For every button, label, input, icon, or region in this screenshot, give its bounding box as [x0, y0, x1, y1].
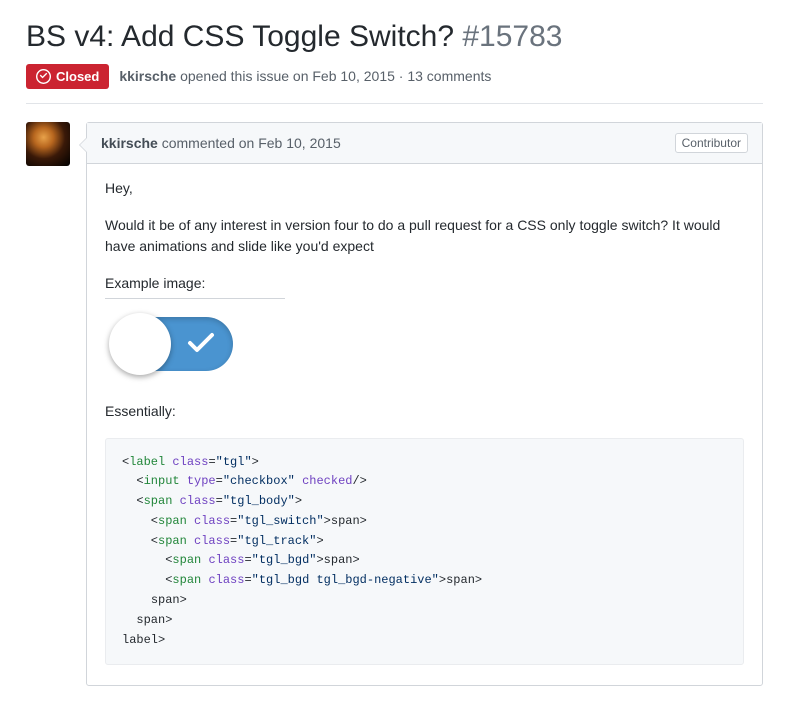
state-badge-label: Closed [56, 69, 99, 84]
toggle-switch-image [113, 317, 233, 371]
comment-body: Hey, Would it be of any interest in vers… [87, 164, 762, 686]
issue-meta-row: Closed kkirsche opened this issue on Feb… [26, 64, 763, 104]
check-icon [187, 331, 215, 355]
timeline: kkirsche commented on Feb 10, 2015 Contr… [26, 122, 763, 687]
example-image-label: Example image: [105, 273, 285, 299]
comment-header-left: kkirsche commented on Feb 10, 2015 [101, 135, 341, 151]
issue-title-text: BS v4: Add CSS Toggle Switch? [26, 20, 454, 53]
comment-paragraph: Would it be of any interest in version f… [105, 215, 744, 257]
state-badge-closed: Closed [26, 64, 109, 89]
issue-title: BS v4: Add CSS Toggle Switch? #15783 [26, 18, 763, 56]
essentially-label: Essentially: [105, 401, 744, 422]
issue-meta-text: kkirsche opened this issue on Feb 10, 20… [119, 68, 491, 84]
comment-action-text: commented on Feb 10, 2015 [162, 135, 341, 151]
issue-number: #15783 [462, 20, 562, 53]
comment-greeting: Hey, [105, 178, 744, 199]
toggle-knob [109, 313, 171, 375]
comment-box: kkirsche commented on Feb 10, 2015 Contr… [86, 122, 763, 687]
comment-header: kkirsche commented on Feb 10, 2015 Contr… [87, 123, 762, 164]
role-badge: Contributor [675, 133, 748, 153]
issue-title-row: BS v4: Add CSS Toggle Switch? #15783 [26, 18, 763, 56]
issue-closed-icon [36, 69, 51, 84]
avatar[interactable] [26, 122, 70, 166]
code-snippet[interactable]: <label class="tgl"> <input type="checkbo… [105, 438, 744, 666]
issue-opened-text: opened this issue on Feb 10, 2015 · 13 c… [180, 68, 491, 84]
comment-author-link[interactable]: kkirsche [101, 135, 158, 151]
issue-opener-link[interactable]: kkirsche [119, 68, 176, 84]
